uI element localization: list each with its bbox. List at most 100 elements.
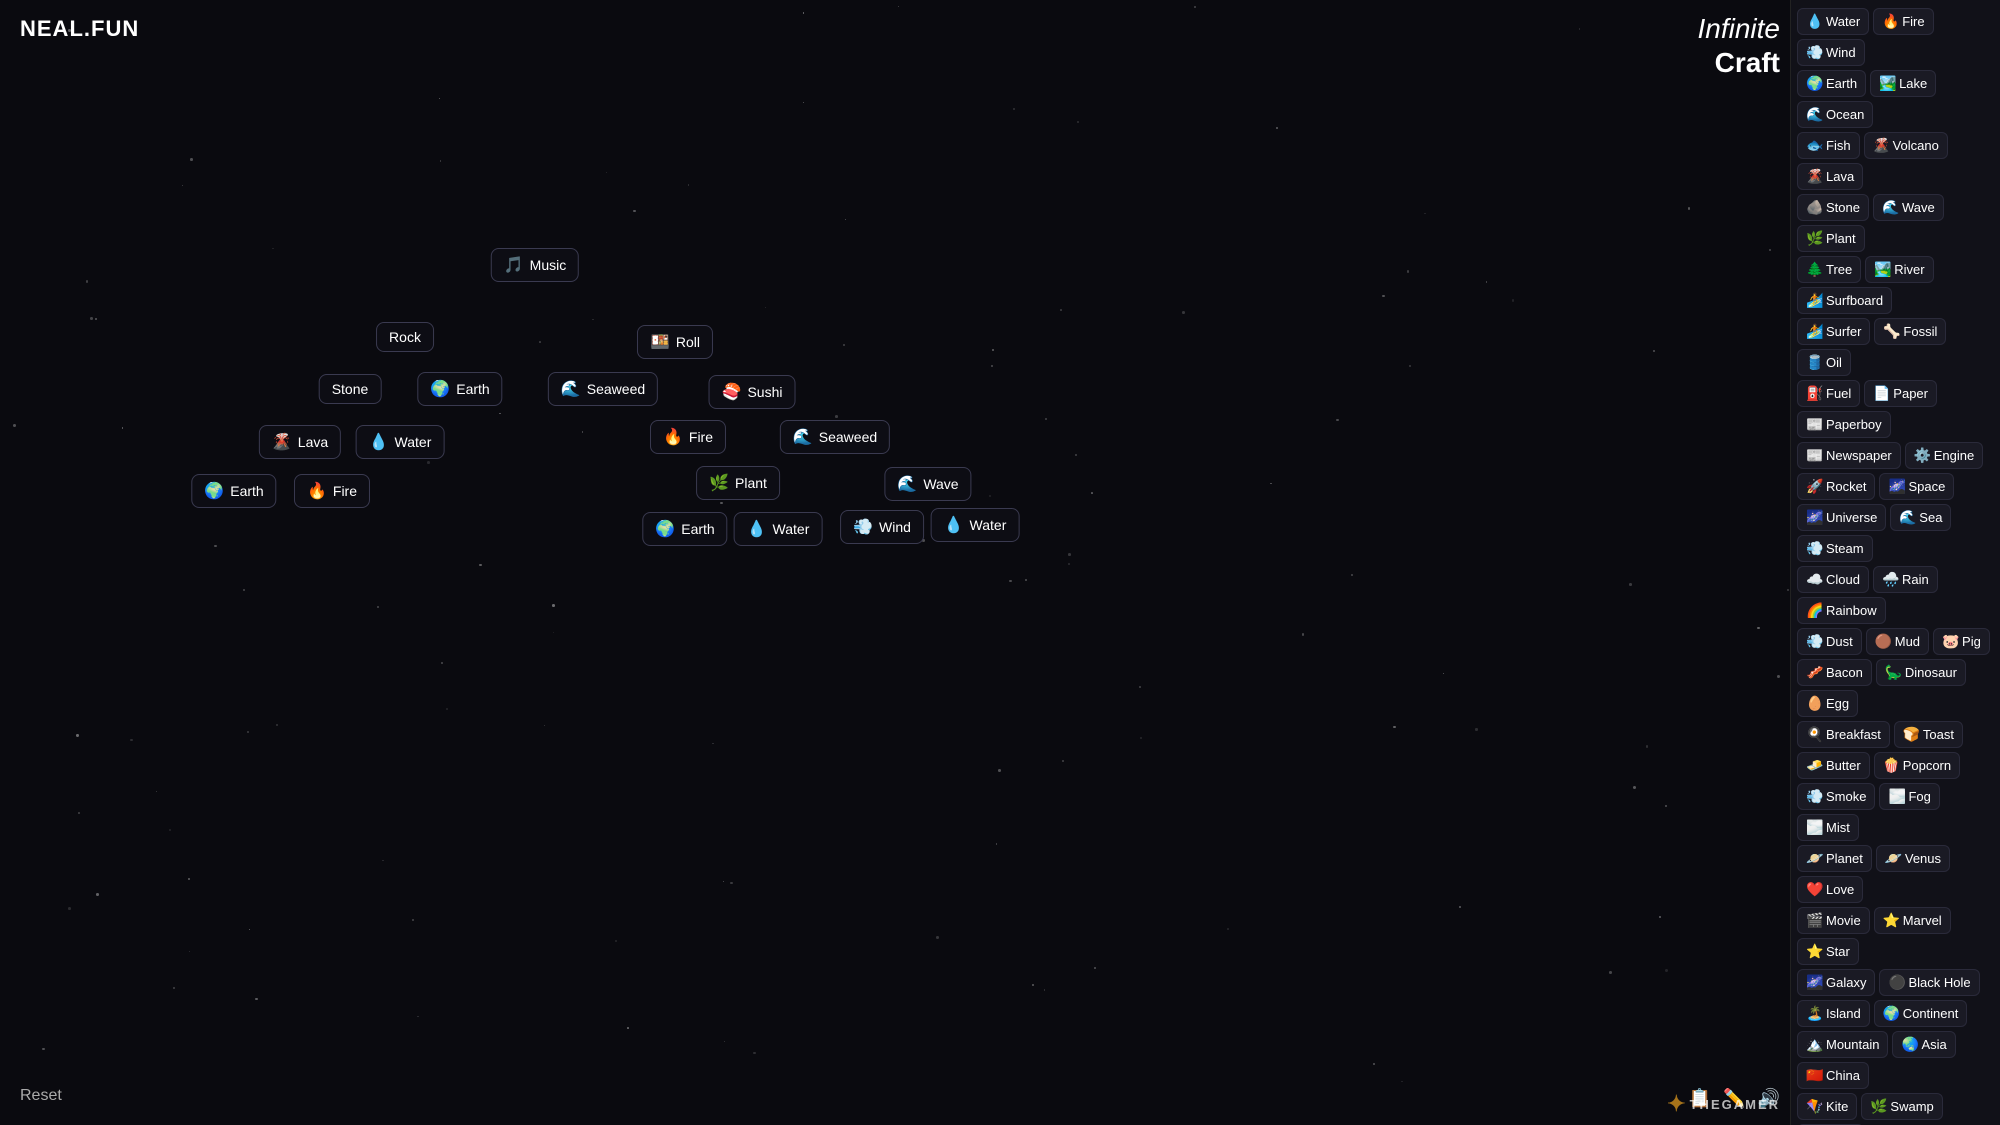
element-icon: 🏔️ bbox=[1806, 1036, 1822, 1053]
node-earth3[interactable]: 🌍Earth bbox=[642, 512, 727, 546]
sidebar-element-space[interactable]: 🌌Space bbox=[1879, 473, 1954, 500]
element-label: Newspaper bbox=[1826, 448, 1892, 463]
sidebar-element-island[interactable]: 🏝️Island bbox=[1797, 1000, 1870, 1027]
elements-sidebar[interactable]: 💧Water🔥Fire💨Wind🌍Earth🏞️Lake🌊Ocean🐟Fish🌋… bbox=[1790, 0, 2000, 1125]
sidebar-element-smoke[interactable]: 💨Smoke bbox=[1797, 783, 1875, 810]
sidebar-row: 🚀Rocket🌌Space bbox=[1797, 473, 1994, 500]
sidebar-element-bacon[interactable]: 🥓Bacon bbox=[1797, 659, 1872, 686]
sidebar-element-rainbow[interactable]: 🌈Rainbow bbox=[1797, 597, 1886, 624]
sidebar-element-kite[interactable]: 🪁Kite bbox=[1797, 1093, 1857, 1120]
sidebar-element-asia[interactable]: 🌏Asia bbox=[1892, 1031, 1955, 1058]
sidebar-element-cloud[interactable]: ☁️Cloud bbox=[1797, 566, 1869, 593]
sidebar-element-paper[interactable]: 📄Paper bbox=[1864, 380, 1937, 407]
element-label: Engine bbox=[1934, 448, 1974, 463]
node-seaweed1[interactable]: 🌊Seaweed bbox=[548, 372, 658, 406]
node-earth1[interactable]: 🌍Earth bbox=[417, 372, 502, 406]
sidebar-element-popcorn[interactable]: 🍿Popcorn bbox=[1874, 752, 1960, 779]
sidebar-element-toast[interactable]: 🍞Toast bbox=[1894, 721, 1963, 748]
node-seaweed2[interactable]: 🌊Seaweed bbox=[780, 420, 890, 454]
sidebar-element-lava[interactable]: 🌋Lava bbox=[1797, 163, 1863, 190]
node-fire2[interactable]: 🔥Fire bbox=[294, 474, 370, 508]
sidebar-element-steam[interactable]: 💨Steam bbox=[1797, 535, 1873, 562]
node-plant[interactable]: 🌿Plant bbox=[696, 466, 780, 500]
sidebar-element-plant[interactable]: 🌿Plant bbox=[1797, 225, 1865, 252]
node-water3[interactable]: 💧Water bbox=[931, 508, 1020, 542]
node-wind[interactable]: 💨Wind bbox=[840, 510, 924, 544]
element-icon: 🌊 bbox=[1899, 509, 1915, 526]
node-roll[interactable]: 🍱Roll bbox=[637, 325, 713, 359]
node-sushi[interactable]: 🍣Sushi bbox=[709, 375, 796, 409]
sidebar-element-egg[interactable]: 🥚Egg bbox=[1797, 690, 1858, 717]
sidebar-element-rain[interactable]: 🌧️Rain bbox=[1873, 566, 1938, 593]
sidebar-element-china[interactable]: 🇨🇳China bbox=[1797, 1062, 1869, 1089]
sidebar-element-breakfast[interactable]: 🍳Breakfast bbox=[1797, 721, 1890, 748]
node-wave[interactable]: 🌊Wave bbox=[884, 467, 971, 501]
sidebar-element-dust[interactable]: 💨Dust bbox=[1797, 628, 1862, 655]
sidebar-element-oil[interactable]: 🛢️Oil bbox=[1797, 349, 1851, 376]
node-icon: 💧 bbox=[747, 519, 767, 539]
element-icon: 🦕 bbox=[1885, 664, 1901, 681]
sidebar-element-wave[interactable]: 🌊Wave bbox=[1873, 194, 1944, 221]
sidebar-element-venus[interactable]: 🪐Venus bbox=[1876, 845, 1950, 872]
node-water1[interactable]: 💧Water bbox=[356, 425, 445, 459]
sidebar-element-surfer[interactable]: 🏄Surfer bbox=[1797, 318, 1870, 345]
sidebar-element-wind[interactable]: 💨Wind bbox=[1797, 39, 1865, 66]
sidebar-element-sea[interactable]: 🌊Sea bbox=[1890, 504, 1951, 531]
sidebar-element-movie[interactable]: 🎬Movie bbox=[1797, 907, 1870, 934]
element-label: Wave bbox=[1902, 200, 1935, 215]
sidebar-element-fossil[interactable]: 🦴Fossil bbox=[1874, 318, 1946, 345]
sidebar-element-love[interactable]: ❤️Love bbox=[1797, 876, 1863, 903]
sidebar-element-stone[interactable]: 🪨Stone bbox=[1797, 194, 1869, 221]
element-icon: 🧈 bbox=[1806, 757, 1822, 774]
sidebar-element-earth[interactable]: 🌍Earth bbox=[1797, 70, 1866, 97]
sidebar-element-universe[interactable]: 🌌Universe bbox=[1797, 504, 1886, 531]
node-earth2[interactable]: 🌍Earth bbox=[191, 474, 276, 508]
element-label: Swamp bbox=[1890, 1099, 1933, 1114]
sidebar-element-newspaper[interactable]: 📰Newspaper bbox=[1797, 442, 1901, 469]
sidebar-element-volcano[interactable]: 🌋Volcano bbox=[1864, 132, 1948, 159]
sidebar-element-fog[interactable]: 🌫️Fog bbox=[1879, 783, 1939, 810]
sidebar-element-rocket[interactable]: 🚀Rocket bbox=[1797, 473, 1875, 500]
node-music[interactable]: 🎵Music bbox=[491, 248, 579, 282]
sidebar-element-butter[interactable]: 🧈Butter bbox=[1797, 752, 1870, 779]
craft-canvas[interactable]: 🎵Music Rock 🍱Roll Stone 🌍Earth 🌊Seaweed 🍣Sushi… bbox=[0, 0, 1790, 1125]
sidebar-element-dinosaur[interactable]: 🦕Dinosaur bbox=[1876, 659, 1966, 686]
node-fire1[interactable]: 🔥Fire bbox=[650, 420, 726, 454]
node-rock[interactable]: Rock bbox=[376, 322, 434, 352]
sidebar-element-mud[interactable]: 🟤Mud bbox=[1866, 628, 1929, 655]
sidebar-element-river[interactable]: 🏞️River bbox=[1865, 256, 1933, 283]
sidebar-element-black-hole[interactable]: ⚫Black Hole bbox=[1879, 969, 1979, 996]
sidebar-element-lake[interactable]: 🏞️Lake bbox=[1870, 70, 1936, 97]
element-icon: 🐷 bbox=[1942, 633, 1958, 650]
sidebar-element-swamp[interactable]: 🌿Swamp bbox=[1861, 1093, 1942, 1120]
sidebar-element-fire[interactable]: 🔥Fire bbox=[1873, 8, 1933, 35]
sidebar-element-ocean[interactable]: 🌊Ocean bbox=[1797, 101, 1873, 128]
sidebar-element-surfboard[interactable]: 🏄Surfboard bbox=[1797, 287, 1892, 314]
sidebar-element-tree[interactable]: 🌲Tree bbox=[1797, 256, 1861, 283]
node-lava[interactable]: 🌋Lava bbox=[259, 425, 341, 459]
sidebar-element-continent[interactable]: 🌍Continent bbox=[1874, 1000, 1968, 1027]
sidebar-row: 🌍Earth🏞️Lake 🌊Ocean bbox=[1797, 70, 1994, 128]
sidebar-element-galaxy[interactable]: 🌌Galaxy bbox=[1797, 969, 1875, 996]
element-label: Pig bbox=[1962, 634, 1981, 649]
element-label: Kite bbox=[1826, 1099, 1848, 1114]
sidebar-element-star[interactable]: ⭐Star bbox=[1797, 938, 1859, 965]
element-label: Egg bbox=[1826, 696, 1849, 711]
sidebar-element-water[interactable]: 💧Water bbox=[1797, 8, 1869, 35]
element-icon: ⚙️ bbox=[1914, 447, 1930, 464]
element-label: Asia bbox=[1921, 1037, 1946, 1052]
sidebar-element-fish[interactable]: 🐟Fish bbox=[1797, 132, 1860, 159]
sidebar-element-planet[interactable]: 🪐Planet bbox=[1797, 845, 1872, 872]
node-water2[interactable]: 💧Water bbox=[734, 512, 823, 546]
sidebar-element-pig[interactable]: 🐷 Pig bbox=[1933, 628, 1990, 655]
reset-button[interactable]: Reset bbox=[20, 1087, 62, 1105]
sidebar-element-fuel[interactable]: ⛽Fuel bbox=[1797, 380, 1860, 407]
sidebar-element-mist[interactable]: 🌫️Mist bbox=[1797, 814, 1859, 841]
sidebar-element-engine[interactable]: ⚙️ Engine bbox=[1905, 442, 1983, 469]
element-label: Tree bbox=[1826, 262, 1852, 277]
node-stone[interactable]: Stone bbox=[319, 374, 382, 404]
element-icon: 💧 bbox=[1806, 13, 1822, 30]
sidebar-element-paperboy[interactable]: 📰Paperboy bbox=[1797, 411, 1891, 438]
sidebar-element-mountain[interactable]: 🏔️Mountain bbox=[1797, 1031, 1888, 1058]
sidebar-element-marvel[interactable]: ⭐Marvel bbox=[1874, 907, 1951, 934]
